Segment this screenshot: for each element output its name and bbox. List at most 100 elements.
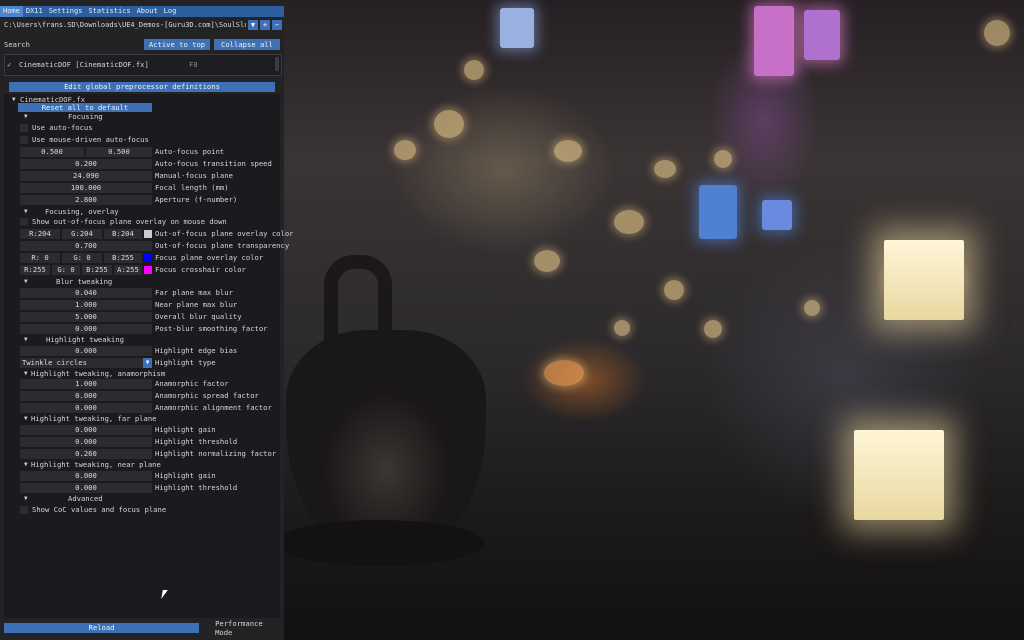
far-max-slider[interactable]: 0.040: [20, 288, 152, 298]
bokeh-light: [394, 140, 416, 160]
edge-bias-row: 0.000 Highlight edge bias: [4, 345, 280, 357]
oof-color-label: Out-of-focus plane overlay color: [155, 229, 294, 238]
search-row: Search Active to top Collapse all: [4, 38, 282, 50]
ana-spread-label: Anamorphic spread factor: [155, 391, 259, 400]
far-norm-slider[interactable]: 0.260: [20, 449, 152, 459]
af-speed-slider[interactable]: 0.200: [20, 159, 152, 169]
fp-color-swatch[interactable]: [144, 254, 152, 262]
bokeh-light: [434, 110, 464, 138]
neon-sign: [699, 185, 737, 239]
menu-about[interactable]: About: [134, 6, 161, 17]
ana-align-slider[interactable]: 0.000: [20, 403, 152, 413]
oof-r-field[interactable]: R:204: [20, 229, 60, 239]
edit-preprocessor-button[interactable]: Edit global preprocessor definitions: [9, 82, 275, 92]
neon-sign: [804, 10, 840, 60]
focal-length-label: Focal length (mm): [155, 183, 229, 192]
use-autofocus-checkbox[interactable]: [20, 124, 28, 132]
remove-preset-button[interactable]: −: [272, 20, 282, 30]
far-thresh-slider[interactable]: 0.000: [20, 437, 152, 447]
menu-home[interactable]: Home: [0, 6, 23, 17]
bottom-bar: Reload Performance Mode: [0, 619, 284, 637]
near-gain-slider[interactable]: 0.000: [20, 471, 152, 481]
bokeh-light: [804, 300, 820, 316]
use-mouse-label: Use mouse-driven auto-focus: [32, 135, 149, 144]
bokeh-light: [554, 140, 582, 162]
edge-bias-slider[interactable]: 0.000: [20, 346, 152, 356]
af-point-label: Auto-focus point: [155, 147, 225, 156]
show-coc-row: Show CoC values and focus plane: [4, 504, 280, 516]
active-to-top-button[interactable]: Active to top: [144, 38, 210, 50]
quality-label: Overall blur quality: [155, 312, 242, 321]
preset-path-bar: C:\Users\frans.SD\Downloads\UE4_Demos-[G…: [4, 19, 282, 31]
near-thresh-slider[interactable]: 0.000: [20, 483, 152, 493]
reshade-panel: Home DX11 Settings Statistics About Log …: [0, 0, 293, 640]
aperture-slider[interactable]: 2.800: [20, 195, 152, 205]
quality-row: 5.000 Overall blur quality: [4, 311, 280, 323]
neon-sign: [754, 6, 794, 76]
near-max-row: 1.000 Near plane max blur: [4, 299, 280, 311]
lamp-rim: [284, 520, 484, 566]
far-thresh-row: 0.000 Highlight threshold: [4, 436, 280, 448]
effect-list: ✓ CinematicDOF [CinematicDOF.fx] F8: [4, 54, 282, 76]
fp-g-field[interactable]: G: 0: [62, 253, 102, 263]
af-point-row: 0.500 0.500 Auto-focus point: [4, 146, 280, 158]
focal-length-slider[interactable]: 100.000: [20, 183, 152, 193]
ch-r-field[interactable]: R:255: [20, 265, 50, 275]
menu-settings[interactable]: Settings: [46, 6, 86, 17]
check-icon[interactable]: ✓: [7, 60, 16, 69]
performance-mode-checkbox[interactable]: Performance Mode: [215, 619, 284, 637]
oof-transp-row: 0.700 Out-of-focus plane transparency: [4, 240, 289, 252]
show-oof-checkbox[interactable]: [20, 218, 28, 226]
ch-g-field[interactable]: G: 0: [52, 265, 80, 275]
postblur-slider[interactable]: 0.000: [20, 324, 152, 334]
oof-b-field[interactable]: B:204: [104, 229, 142, 239]
manual-plane-row: 24.090 Manual-focus plane: [4, 170, 280, 182]
effect-item[interactable]: ✓ CinematicDOF [CinematicDOF.fx] F8: [7, 58, 269, 70]
manual-plane-slider[interactable]: 24.090: [20, 171, 152, 181]
ch-color-row: R:255 G: 0 B:255 A:255 Focus crosshair c…: [4, 264, 280, 276]
af-point-y-field[interactable]: 0.500: [86, 147, 152, 157]
bokeh-light: [534, 250, 560, 272]
oof-transp-slider[interactable]: 0.700: [20, 241, 152, 251]
chevron-down-icon[interactable]: ▼: [143, 358, 152, 368]
aperture-label: Aperture (f-number): [155, 195, 238, 204]
show-coc-checkbox[interactable]: [20, 506, 28, 514]
use-mouse-checkbox[interactable]: [20, 136, 28, 144]
oof-color-swatch[interactable]: [144, 230, 152, 238]
oof-g-field[interactable]: G:204: [62, 229, 102, 239]
near-max-slider[interactable]: 1.000: [20, 300, 152, 310]
ch-color-label: Focus crosshair color: [155, 265, 246, 274]
search-input[interactable]: Search: [4, 40, 144, 49]
collapse-all-button[interactable]: Collapse all: [214, 38, 280, 50]
preset-dropdown-button[interactable]: ▼: [248, 20, 258, 30]
preset-path[interactable]: C:\Users\frans.SD\Downloads\UE4_Demos-[G…: [4, 21, 246, 29]
use-mouse-row: Use mouse-driven auto-focus: [4, 134, 280, 146]
fp-r-field[interactable]: R: 0: [20, 253, 60, 263]
aperture-row: 2.800 Aperture (f-number): [4, 194, 280, 206]
far-gain-slider[interactable]: 0.000: [20, 425, 152, 435]
use-autofocus-row: Use auto-focus: [4, 122, 280, 134]
ana-spread-slider[interactable]: 0.000: [20, 391, 152, 401]
add-preset-button[interactable]: +: [260, 20, 270, 30]
menu-log[interactable]: Log: [161, 6, 180, 17]
hl-type-select[interactable]: Twinkle circles: [20, 358, 144, 368]
near-max-label: Near plane max blur: [155, 300, 238, 309]
menu-statistics[interactable]: Statistics: [85, 6, 133, 17]
manual-plane-label: Manual-focus plane: [155, 171, 233, 180]
ana-factor-slider[interactable]: 1.000: [20, 379, 152, 389]
ch-b-field[interactable]: B:255: [82, 265, 112, 275]
game-viewport: [284, 0, 1024, 640]
quality-slider[interactable]: 5.000: [20, 312, 152, 322]
ch-color-swatch[interactable]: [144, 266, 152, 274]
bokeh-light: [464, 60, 484, 80]
oof-transp-label: Out-of-focus plane transparency: [155, 241, 290, 250]
near-gain-label: Highlight gain: [155, 471, 216, 480]
neon-sign: [500, 8, 534, 48]
fp-b-field[interactable]: B:255: [104, 253, 142, 263]
af-point-x-field[interactable]: 0.500: [20, 147, 84, 157]
reload-button[interactable]: Reload: [4, 623, 200, 633]
oof-color-row: R:204 G:204 B:204 Out-of-focus plane ove…: [4, 228, 293, 240]
ch-a-field[interactable]: A:255: [114, 265, 142, 275]
menu-dx11[interactable]: DX11: [23, 6, 46, 17]
effect-list-scrollbar[interactable]: [275, 57, 279, 71]
